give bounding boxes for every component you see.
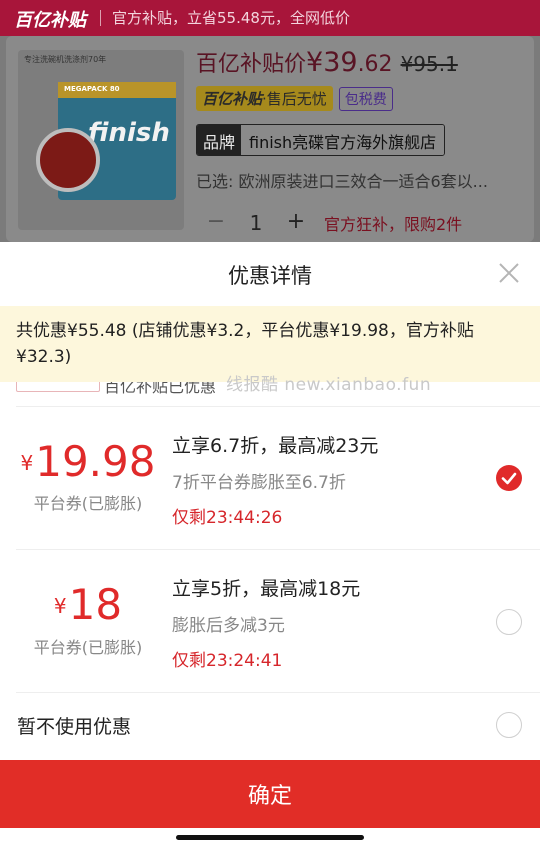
coupon-desc: 7折平台券膨胀至6.7折 [172, 473, 346, 493]
home-indicator[interactable] [176, 835, 364, 840]
coupon-amount: ¥19.98 [18, 437, 158, 486]
subsidy-tag-text: ·售后无忧 [262, 90, 327, 108]
store-link[interactable]: 品牌 finish亮碟官方海外旗舰店 [196, 124, 446, 156]
coupon-desc: 膨胀后多减3元 [172, 616, 285, 636]
product-pack-label: MEGAPACK 80 [64, 85, 120, 93]
price-line: 百亿补贴价¥39.62 ¥95.1 [196, 46, 458, 78]
coupon-amount: ¥18 [18, 580, 158, 629]
subsidy-tag: 百亿补贴·售后无忧 [196, 86, 333, 111]
subsidy-top-bar: 百亿补贴 官方补贴，立省55.48元，全网低价 [0, 0, 540, 36]
quantity-stepper: − 1 + 官方狂补，限购2件 [196, 208, 462, 238]
product-box-strip: MEGAPACK 80 [58, 82, 176, 98]
price-prefix: 百亿补贴价 [196, 52, 307, 77]
price-decimal: .62 [357, 52, 393, 77]
purchase-limit-note: 官方狂补，限购2件 [324, 215, 463, 234]
top-bar-separator [100, 10, 101, 26]
coupon-option[interactable]: ¥19.98 平台券(已膨胀) 立享6.7折，最高减23元 7折平台券膨胀至6.… [0, 407, 540, 549]
selected-variant[interactable]: 已选: 欧洲原装进口三效合一适合6套以... [196, 168, 526, 192]
watermark: 线报酷 new.xianbao.fun [226, 375, 432, 395]
quantity-plus-button[interactable]: + [276, 208, 316, 238]
discount-details-sheet: 优惠详情 共优惠¥55.48 (店铺优惠¥3.2，平台优惠¥19.98，官方补贴… [0, 242, 540, 849]
coupon-currency: ¥ [20, 451, 34, 475]
product-brand-logo: finish [88, 118, 170, 148]
divider [16, 692, 540, 693]
subsidy-text: 官方补贴，立省55.48元，全网低价 [112, 9, 350, 27]
coupon-title: 立享5折，最高减18元 [172, 578, 361, 600]
checkmark-icon [501, 472, 517, 485]
coupon-amount-value: 18 [68, 580, 123, 629]
product-tablet-graphic [36, 128, 100, 192]
product-panel-dimmed: 专注洗碗机洗涤剂70年 MEGAPACK 80 finish 百亿补贴价¥39.… [0, 36, 540, 242]
subsidy-tag-logo: 百亿补贴 [202, 90, 263, 108]
product-image[interactable]: 专注洗碗机洗涤剂70年 MEGAPACK 80 finish [18, 50, 184, 230]
coupon-option[interactable]: ¥18 平台券(已膨胀) 立享5折，最高减18元 膨胀后多减3元 仅剩23:24… [0, 550, 540, 692]
coupon-type: 平台券(已膨胀) [33, 494, 143, 513]
coupon-amount-value: 19.98 [35, 437, 156, 486]
store-label: 品牌 [197, 125, 242, 155]
store-name: finish亮碟官方海外旗舰店 [241, 125, 445, 155]
no-discount-radio[interactable] [496, 712, 522, 738]
quantity-minus-button[interactable]: − [196, 208, 236, 238]
coupon-countdown: 仅剩23:24:41 [172, 651, 283, 671]
subsidy-badge [16, 382, 100, 392]
coupon-type: 平台券(已膨胀) [33, 638, 143, 657]
coupon-countdown: 仅剩23:44:26 [172, 508, 283, 528]
coupon-currency: ¥ [53, 594, 67, 618]
quantity-value[interactable]: 1 [236, 211, 276, 235]
product-card: 专注洗碗机洗涤剂70年 MEGAPACK 80 finish 百亿补贴价¥39.… [6, 36, 534, 242]
confirm-button[interactable]: 确定 [0, 760, 540, 828]
sheet-title: 优惠详情 [228, 264, 312, 288]
no-discount-option-label[interactable]: 暂不使用优惠 [17, 712, 131, 739]
close-icon[interactable] [496, 260, 522, 286]
subsidy-logo: 百亿补贴 [14, 10, 86, 31]
coupon-radio-selected[interactable] [496, 465, 522, 491]
tag-row: 百亿补贴·售后无忧 包税费 [196, 86, 393, 111]
coupon-title: 立享6.7折，最高减23元 [172, 435, 379, 457]
coupon-radio[interactable] [496, 609, 522, 635]
tax-tag: 包税费 [338, 87, 393, 111]
subsidy-row-text: 百亿补贴已优惠 [104, 382, 217, 396]
price-original: ¥95.1 [400, 52, 458, 76]
product-image-brand-line: 专注洗碗机洗涤剂70年 [24, 55, 107, 64]
price-main: ¥39 [306, 47, 358, 78]
